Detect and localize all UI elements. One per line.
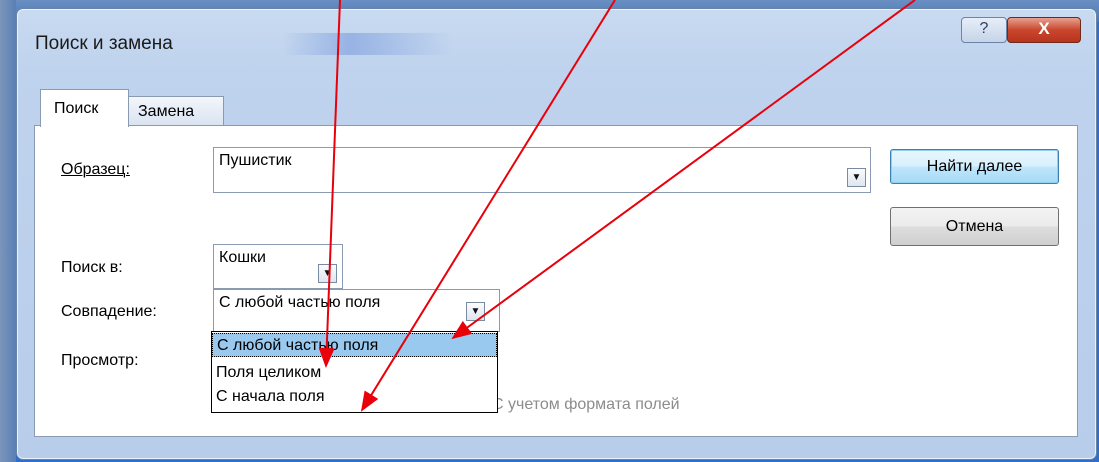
chevron-down-icon: ▼: [322, 268, 333, 279]
pattern-value: Пушистик: [219, 152, 292, 169]
match-value: С любой частью поля: [219, 294, 381, 311]
match-option-whole-field[interactable]: Поля целиком: [212, 361, 497, 385]
dialog-title: Поиск и замена: [35, 33, 173, 54]
help-button[interactable]: ?: [961, 17, 1007, 43]
pattern-dropdown-button[interactable]: ▼: [847, 168, 866, 187]
view-label: Просмотр:: [61, 352, 139, 369]
cancel-label: Отмена: [945, 218, 1004, 235]
match-dropdown-list: С любой частью поля Поля целиком С начал…: [211, 331, 498, 413]
search-in-value: Кошки: [219, 249, 266, 266]
match-dropdown-button[interactable]: ▼: [466, 302, 485, 321]
match-label: Совпадение:: [61, 303, 157, 320]
close-button[interactable]: X: [1007, 17, 1081, 43]
search-in-dropdown-button[interactable]: ▼: [318, 264, 337, 283]
format-option-label: С учетом формата полей: [492, 396, 680, 413]
pattern-input[interactable]: Пушистик ▼: [213, 147, 871, 193]
match-select[interactable]: С любой частью поля ▼: [213, 289, 500, 332]
tab-replace[interactable]: Замена: [127, 96, 224, 126]
match-option-any-part[interactable]: С любой частью поля: [212, 333, 497, 357]
find-next-label: Найти далее: [926, 158, 1023, 175]
cancel-button[interactable]: Отмена: [890, 207, 1059, 246]
help-icon: ?: [979, 20, 989, 37]
close-icon: X: [1038, 19, 1050, 38]
blurred-title-area: [282, 33, 452, 55]
pattern-label: Образец:: [61, 161, 130, 178]
chevron-down-icon: ▼: [851, 172, 862, 183]
match-option-start-of-field[interactable]: С начала поля: [212, 385, 497, 409]
find-replace-dialog: Поиск и замена ? X Замена Поиск Образец:…: [16, 8, 1097, 460]
search-in-select[interactable]: Кошки ▼: [213, 244, 343, 289]
chevron-down-icon: ▼: [470, 306, 481, 317]
tab-find[interactable]: Поиск: [40, 89, 129, 127]
background-window-edge: [0, 0, 16, 462]
find-next-button[interactable]: Найти далее: [890, 149, 1059, 184]
search-in-label: Поиск в:: [61, 259, 123, 276]
